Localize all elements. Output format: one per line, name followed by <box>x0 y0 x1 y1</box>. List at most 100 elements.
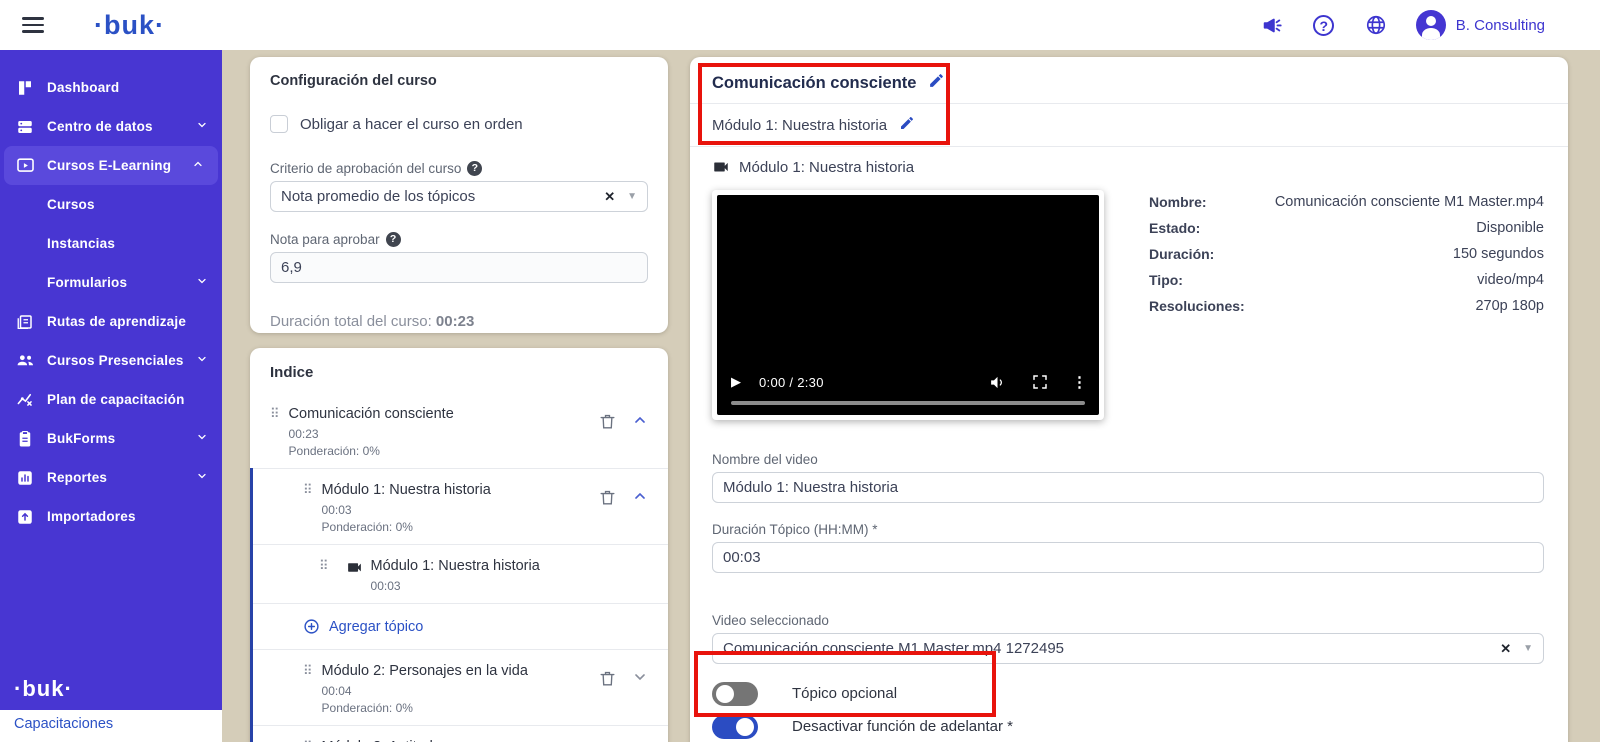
video-progress-bar[interactable] <box>731 401 1085 405</box>
video-name-label: Nombre del video <box>712 452 1544 467</box>
dashboard-icon <box>16 78 35 97</box>
hamburger-menu-icon[interactable] <box>22 13 44 37</box>
sidebar-nav: Dashboard Centro de datos Cursos E-Learn… <box>0 50 222 676</box>
clear-icon[interactable]: ✕ <box>1500 641 1511 657</box>
index-topic-time: 00:03 <box>371 579 652 593</box>
passing-grade-help-icon[interactable]: ? <box>386 232 401 247</box>
video-camera-icon <box>346 559 363 593</box>
order-checkbox[interactable] <box>270 115 288 133</box>
index-module3-row[interactable]: ⠿ Módulo 3: Actitud <box>253 725 668 742</box>
collapse-chevron-up-icon[interactable] <box>632 488 652 508</box>
clear-icon[interactable]: ✕ <box>604 189 615 205</box>
sidebar-item-cursos-presenciales[interactable]: Cursos Presenciales <box>0 341 222 380</box>
plus-circle-icon <box>303 618 320 635</box>
no-forward-label: Desactivar función de adelantar * <box>792 718 1013 735</box>
no-forward-toggle[interactable] <box>712 715 758 739</box>
sidebar-item-cursos-elearning[interactable]: Cursos E-Learning <box>4 146 218 185</box>
edit-pencil-icon[interactable] <box>899 115 915 135</box>
sidebar-item-formularios[interactable]: Formularios <box>0 263 222 302</box>
clipboard-icon <box>16 429 35 448</box>
optional-topic-row: Tópico opcional <box>690 677 1568 710</box>
add-topic-button[interactable]: Agregar tópico <box>253 603 668 649</box>
media-row: ▶ 0:00 / 2:30 ⋮ <box>690 176 1568 420</box>
import-icon <box>16 507 35 526</box>
optional-topic-toggle[interactable] <box>712 682 758 706</box>
sidebar-footer-logo: ·buk· <box>0 676 222 710</box>
caret-down-icon[interactable]: ▼ <box>1523 643 1533 654</box>
index-course-row[interactable]: ⠿ Comunicación consciente 00:23 Ponderac… <box>250 393 668 468</box>
people-icon <box>16 351 35 370</box>
kebab-menu-icon[interactable]: ⋮ <box>1072 373 1087 391</box>
sidebar-item-cursos[interactable]: Cursos <box>0 185 222 224</box>
trash-icon[interactable] <box>598 412 618 432</box>
volume-icon[interactable] <box>989 374 1006 391</box>
index-module1-time: 00:03 <box>322 503 584 517</box>
index-module2-title: Módulo 2: Personajes en la vida <box>322 663 584 679</box>
topbar: ·buk· ? B. Consulting <box>0 0 1600 50</box>
sidebar-item-rutas-de-aprendizaje[interactable]: Rutas de aprendizaje <box>0 302 222 341</box>
config-card-title: Configuración del curso <box>270 73 648 89</box>
sidebar-item-dashboard[interactable]: Dashboard <box>0 68 222 107</box>
detail-module-title: Módulo 1: Nuestra historia <box>712 117 887 134</box>
total-duration: Duración total del curso: 00:23 <box>270 313 648 330</box>
detail-module-title-row: Módulo 1: Nuestra historia <box>690 104 1568 146</box>
selected-video-select[interactable]: Comunicación consciente M1 Master.mp4 12… <box>712 633 1544 664</box>
globe-icon[interactable] <box>1364 13 1388 37</box>
criteria-select[interactable]: Nota promedio de los tópicos ✕ ▼ <box>270 181 648 212</box>
video-player[interactable]: ▶ 0:00 / 2:30 ⋮ <box>717 195 1099 415</box>
collapse-chevron-up-icon[interactable] <box>632 412 652 432</box>
topic-duration-label: Duración Tópico (HH:MM) * <box>712 522 1544 537</box>
megaphone-icon[interactable] <box>1260 13 1284 37</box>
selected-video-value: Comunicación consciente M1 Master.mp4 12… <box>723 640 1064 657</box>
index-module2-row[interactable]: ⠿ Módulo 2: Personajes en la vida 00:04 … <box>253 649 668 725</box>
optional-topic-label: Tópico opcional <box>792 685 897 702</box>
drag-handle-icon[interactable]: ⠿ <box>303 663 312 715</box>
index-module1-row[interactable]: ⠿ Módulo 1: Nuestra historia 00:03 Ponde… <box>253 468 668 544</box>
sidebar-item-bukforms[interactable]: BukForms <box>0 419 222 458</box>
index-nested-section: ⠿ Módulo 1: Nuestra historia 00:03 Ponde… <box>250 468 668 742</box>
learning-path-icon <box>16 312 35 331</box>
sidebar-item-centro-de-datos[interactable]: Centro de datos <box>0 107 222 146</box>
drag-handle-icon[interactable]: ⠿ <box>303 482 312 534</box>
caret-down-icon[interactable]: ▼ <box>627 191 637 202</box>
chevron-down-icon <box>196 430 208 448</box>
sidebar-item-plan-de-capacitacion[interactable]: Plan de capacitación <box>0 380 222 419</box>
index-topic-row[interactable]: ⠿ Módulo 1: Nuestra historia 00:03 <box>253 544 668 603</box>
video-metadata: Nombre:Comunicación consciente M1 Master… <box>1149 190 1544 420</box>
sidebar-item-reportes[interactable]: Reportes <box>0 458 222 497</box>
sidebar-item-instancias[interactable]: Instancias <box>0 224 222 263</box>
topic-duration-input[interactable] <box>712 542 1544 573</box>
chevron-up-icon <box>192 157 204 175</box>
trash-icon[interactable] <box>598 488 618 508</box>
video-camera-icon <box>712 158 730 176</box>
criteria-help-icon[interactable]: ? <box>467 161 482 176</box>
index-course-time: 00:23 <box>289 427 584 441</box>
drag-handle-icon[interactable]: ⠿ <box>319 558 328 593</box>
user-name: B. Consulting <box>1456 17 1545 34</box>
main-content: Configuración del curso Obligar a hacer … <box>222 50 1600 742</box>
index-course-weight: Ponderación: 0% <box>289 444 584 458</box>
meta-estado-value: Disponible <box>1200 220 1544 236</box>
user-menu[interactable]: B. Consulting <box>1416 10 1545 40</box>
chevron-down-icon <box>196 469 208 487</box>
help-icon[interactable]: ? <box>1312 13 1336 37</box>
criteria-label: Criterio de aprobación del curso ? <box>270 161 648 176</box>
fullscreen-icon[interactable] <box>1032 374 1048 390</box>
order-checkbox-row[interactable]: Obligar a hacer el curso en orden <box>270 115 648 133</box>
index-module1-weight: Ponderación: 0% <box>322 520 584 534</box>
play-button-icon[interactable]: ▶ <box>731 374 741 390</box>
edit-pencil-icon[interactable] <box>928 72 945 94</box>
course-config-card: Configuración del curso Obligar a hacer … <box>250 57 668 333</box>
sidebar-item-importadores[interactable]: Importadores <box>0 497 222 536</box>
video-name-input[interactable] <box>712 472 1544 503</box>
expand-chevron-down-icon[interactable] <box>632 669 652 689</box>
passing-grade-input[interactable] <box>270 252 648 283</box>
index-card: Indice ⠿ Comunicación consciente 00:23 P… <box>250 348 668 742</box>
video-time: 0:00 / 2:30 <box>759 375 824 390</box>
index-course-title: Comunicación consciente <box>289 406 584 422</box>
drag-handle-icon[interactable]: ⠿ <box>270 406 279 458</box>
no-forward-row: Desactivar función de adelantar * <box>690 710 1568 742</box>
trash-icon[interactable] <box>598 669 618 689</box>
capacitaciones-link[interactable]: Capacitaciones <box>14 716 113 732</box>
meta-duracion-value: 150 segundos <box>1214 246 1544 262</box>
